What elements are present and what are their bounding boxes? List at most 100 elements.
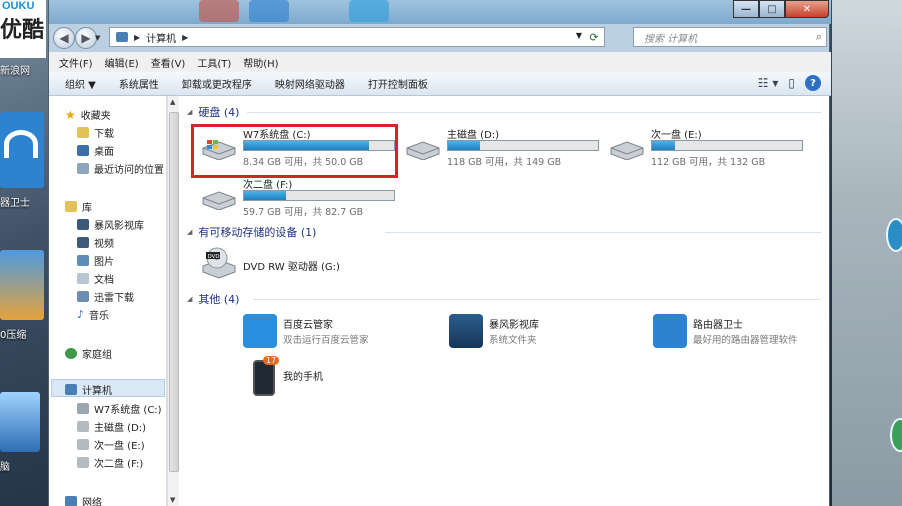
desktop-icon-label[interactable]: 脑 [0, 458, 10, 473]
scroll-up-icon[interactable]: ▲ [170, 98, 175, 106]
organize-button[interactable]: 组织 ▼ [65, 76, 96, 91]
maximize-button[interactable]: □ [759, 0, 785, 18]
address-bar[interactable]: ▶ 计算机 ▶ ▼ ⟳ [109, 27, 605, 47]
sidebar-item-network[interactable]: 网络 [65, 494, 102, 506]
drive-c[interactable]: W7系统盘 (C:) 8.34 GB 可用，共 50.0 GB [197, 126, 397, 172]
item-description: 双击运行百度云管家 [283, 335, 369, 346]
sidebar-item-videos[interactable]: 视频 [77, 235, 114, 250]
drive-d[interactable]: 主磁盘 (D:) 118 GB 可用，共 149 GB [401, 126, 601, 172]
collapse-triangle-icon[interactable]: ◢ [187, 228, 192, 236]
open-control-panel-button[interactable]: 打开控制面板 [368, 76, 428, 91]
sidebar-item-xunlei-downloads[interactable]: 迅雷下载 [77, 289, 134, 304]
group-title: 有可移动存储的设备 (1) [198, 226, 317, 239]
music-note-icon: ♪ [77, 308, 85, 321]
other-item-baofeng-library[interactable]: 暴风影视库 系统文件夹 [447, 312, 647, 352]
sidebar-item-drive-e[interactable]: 次一盘 (E:) [77, 437, 145, 452]
address-dropdown-icon[interactable]: ▼ [576, 31, 582, 40]
notification-badge: 17 [263, 356, 280, 365]
desktop-icon-label[interactable]: 新浪网 [0, 62, 30, 77]
sidebar-item-favorites[interactable]: ★ 收藏夹 [65, 107, 111, 123]
system-properties-button[interactable]: 系统属性 [119, 76, 159, 91]
pictures-icon [77, 255, 89, 266]
drive-e[interactable]: 次一盘 (E:) 112 GB 可用，共 132 GB [605, 126, 805, 172]
dvd-drive[interactable]: DVD DVD RW 驱动器 (G:) [197, 246, 397, 292]
item-name: 百度云管家 [283, 320, 333, 331]
other-item-baidu-cloud[interactable]: 百度云管家 双击运行百度云管家 [241, 312, 441, 352]
history-dropdown-icon[interactable]: ▼ [95, 34, 100, 42]
sidebar-item-pictures[interactable]: 图片 [77, 253, 114, 268]
group-divider [385, 232, 821, 233]
drive-free-space: 112 GB 可用，共 132 GB [651, 157, 766, 168]
refresh-icon[interactable]: ⟳ [586, 29, 602, 45]
breadcrumb-separator-icon[interactable]: ▶ [134, 33, 140, 42]
sidebar-item-music[interactable]: ♪ 音乐 [77, 307, 109, 322]
group-header-other[interactable]: ◢ 其他 (4) [187, 291, 239, 307]
sidebar-label: 收藏夹 [80, 111, 111, 122]
collapse-triangle-icon[interactable]: ◢ [187, 108, 192, 116]
computer-desktop-icon[interactable] [0, 392, 40, 452]
star-icon: ★ [65, 107, 76, 122]
sidebar-item-libraries[interactable]: 库 [65, 199, 92, 214]
drive-name: 次二盘 (F:) [243, 180, 293, 191]
sidebar-item-downloads[interactable]: 下载 [77, 125, 114, 140]
scrollbar-thumb[interactable] [169, 112, 179, 472]
breadcrumb-separator-icon[interactable]: ▶ [182, 33, 188, 42]
sidebar-item-drive-c[interactable]: W7系统盘 (C:) [77, 401, 162, 416]
desktop-wallpaper-right [832, 0, 902, 506]
zip-desktop-icon[interactable] [0, 250, 44, 320]
menu-file[interactable]: 文件(F) [59, 55, 93, 70]
sidebar-item-homegroup[interactable]: 家庭组 [65, 346, 112, 361]
sidebar-item-drive-d[interactable]: 主磁盘 (D:) [77, 419, 146, 434]
collapse-triangle-icon[interactable]: ◢ [187, 295, 192, 303]
sidebar-item-baofeng-library[interactable]: 暴风影视库 [77, 217, 144, 232]
router-guard-desktop-icon[interactable] [0, 112, 44, 188]
navigation-pane: ★ 收藏夹 下载 桌面 最近访问的位置 库 暴风影视库 视频 图片 文档 迅雷下… [49, 96, 167, 506]
view-options-icon[interactable]: ☷ ▾ [758, 76, 779, 90]
other-item-my-phone[interactable]: 17 我的手机 [251, 356, 451, 398]
sidebar-label: 迅雷下载 [94, 293, 134, 304]
forward-button[interactable]: ▶ [75, 27, 97, 49]
help-icon[interactable]: ? [805, 75, 821, 91]
sidebar-item-documents[interactable]: 文档 [77, 271, 114, 286]
sidebar-item-computer[interactable]: 计算机 [65, 382, 112, 397]
sidebar-item-desktop[interactable]: 桌面 [77, 143, 114, 158]
sidebar-label: W7系统盘 (C:) [94, 405, 162, 416]
menu-help[interactable]: 帮助(H) [243, 55, 278, 70]
menu-view[interactable]: 查看(V) [151, 55, 186, 70]
group-header-hdd[interactable]: ◢ 硬盘 (4) [187, 104, 239, 120]
uninstall-program-button[interactable]: 卸载或更改程序 [182, 76, 252, 91]
back-button[interactable]: ◀ [53, 27, 75, 49]
menu-edit[interactable]: 编辑(E) [105, 55, 139, 70]
sidebar-item-drive-f[interactable]: 次二盘 (F:) [77, 455, 143, 470]
close-button[interactable]: ✕ [785, 0, 829, 18]
video-icon [77, 237, 89, 248]
windows-drive-icon [202, 140, 236, 160]
sidebar-label: 次二盘 (F:) [94, 459, 144, 470]
usage-bar [447, 140, 599, 151]
search-icon[interactable]: ⌕ [816, 30, 822, 44]
recent-places-icon [77, 163, 89, 174]
desktop-gadget-icon[interactable] [890, 418, 902, 452]
map-network-drive-button[interactable]: 映射网络驱动器 [275, 76, 345, 91]
title-bar[interactable]: — □ ✕ [49, 0, 831, 24]
preview-pane-icon[interactable]: ▯ [788, 76, 795, 90]
drive-f[interactable]: 次二盘 (F:) 59.7 GB 可用，共 82.7 GB [197, 176, 397, 222]
video-library-icon [77, 219, 89, 230]
navigation-pane-scrollbar[interactable]: ▲ ▼ [167, 96, 179, 506]
menu-tools[interactable]: 工具(T) [197, 55, 231, 70]
search-input[interactable]: 搜索 计算机 ⌕ [633, 27, 827, 47]
sidebar-label: 计算机 [82, 386, 112, 397]
sidebar-item-recent-places[interactable]: 最近访问的位置 [77, 161, 164, 176]
desktop-gadget-icon[interactable] [886, 218, 902, 252]
desktop-icon-label[interactable]: 0压缩 [0, 326, 26, 341]
breadcrumb-computer[interactable]: 计算机 [146, 30, 176, 45]
minimize-button[interactable]: — [733, 0, 759, 18]
other-item-router-guard[interactable]: 路由器卫士 最好用的路由器管理软件 [651, 312, 851, 352]
scroll-down-icon[interactable]: ▼ [170, 496, 175, 504]
youku-desktop-icon[interactable]: OUKU 优酷 [0, 0, 46, 58]
drive-name: DVD RW 驱动器 (G:) [243, 262, 340, 273]
desktop-icon-label[interactable]: 器卫士 [0, 194, 30, 209]
group-header-removable[interactable]: ◢ 有可移动存储的设备 (1) [187, 224, 316, 240]
sidebar-label: 下载 [94, 129, 114, 140]
downloads-folder-icon [77, 127, 89, 138]
